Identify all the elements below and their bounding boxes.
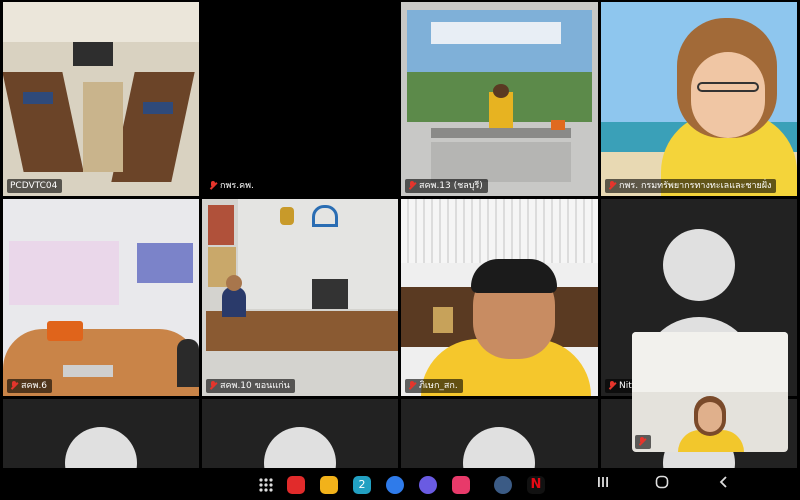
recents-icon[interactable] (597, 474, 609, 496)
folder-icon[interactable] (320, 476, 338, 494)
video-tile-row3-1[interactable] (3, 399, 199, 468)
video-tile-kpr-kp[interactable]: กพร.คพ. (202, 2, 398, 196)
avatar-placeholder-icon (463, 427, 535, 468)
video-tile-row3-3[interactable] (401, 399, 598, 468)
avatar-placeholder-icon (663, 229, 735, 301)
conference-stage-video (401, 2, 598, 196)
mic-muted-icon (10, 381, 18, 391)
meeting-room-video (3, 2, 199, 196)
mic-muted-icon (608, 381, 616, 391)
participant-name: Nit (619, 381, 632, 391)
mic-muted-icon (408, 381, 416, 391)
app-drawer-icon[interactable] (257, 476, 275, 494)
system-taskbar: 2 N (0, 468, 800, 500)
office-room-video (3, 199, 199, 396)
participant-name-tag: สคพ.10 ขอนแก่น (206, 379, 295, 393)
office-meeting-video (202, 199, 398, 396)
calendar-icon[interactable]: 2 (353, 476, 371, 494)
participant-name-tag: สคพ.6 (7, 379, 53, 393)
mic-muted-icon (638, 437, 646, 447)
netflix-icon[interactable]: N (527, 476, 545, 494)
settings-icon[interactable] (494, 476, 512, 494)
back-icon[interactable] (718, 474, 730, 496)
mic-muted-icon (608, 181, 616, 191)
video-meeting-screen: PCDVTC04 กพร.คพ. สคพ.13 (ชลบุรี) กพร. กร… (0, 0, 800, 500)
participant-name: ภิเษก_สก. (419, 381, 458, 391)
self-view-mic-tag (635, 435, 651, 449)
participant-name-tag: สคพ.13 (ชลบุรี) (405, 179, 488, 193)
participant-name: สคพ.10 ขอนแก่น (220, 381, 290, 391)
internet-icon[interactable] (419, 476, 437, 494)
participant-name: สคพ.13 (ชลบุรี) (419, 181, 483, 191)
avatar-placeholder-icon (65, 427, 137, 468)
person-office-video (401, 199, 598, 396)
beach-background-video (601, 2, 797, 196)
video-tile-row3-2[interactable] (202, 399, 398, 468)
messages-icon[interactable] (386, 476, 404, 494)
participant-name: กพร.คพ. (220, 181, 254, 191)
participant-name-tag: ภิเษก_สก. (405, 379, 463, 393)
mic-muted-icon (408, 181, 416, 191)
mic-muted-icon (209, 181, 217, 191)
video-tile-skp10[interactable]: สคพ.10 ขอนแก่น (202, 199, 398, 396)
participant-name-tag: PCDVTC04 (7, 179, 63, 193)
participant-name: กพร. กรมทรัพยากรทางทะเลและชายฝั่ง (619, 181, 772, 191)
video-tile-phisek[interactable]: ภิเษก_สก. (401, 199, 598, 396)
video-tile-skp13[interactable]: สคพ.13 (ชลบุรี) (401, 2, 598, 196)
camera-icon[interactable] (452, 476, 470, 494)
mic-muted-icon (209, 381, 217, 391)
home-icon[interactable] (655, 474, 669, 496)
participant-name: สคพ.6 (21, 381, 48, 391)
video-tile-pcdvtc04[interactable]: PCDVTC04 (3, 2, 199, 196)
video-tile-kpr-marine[interactable]: กพร. กรมทรัพยากรทางทะเลและชายฝั่ง (601, 2, 797, 196)
video-tile-skp6[interactable]: สคพ.6 (3, 199, 199, 396)
participant-name-tag: กพร.คพ. (206, 179, 259, 193)
self-view-video[interactable] (632, 332, 788, 452)
flipboard-icon[interactable] (287, 476, 305, 494)
avatar-placeholder-icon (264, 427, 336, 468)
participant-name: PCDVTC04 (10, 181, 58, 191)
participant-name-tag: กพร. กรมทรัพยากรทางทะเลและชายฝั่ง (605, 179, 777, 193)
